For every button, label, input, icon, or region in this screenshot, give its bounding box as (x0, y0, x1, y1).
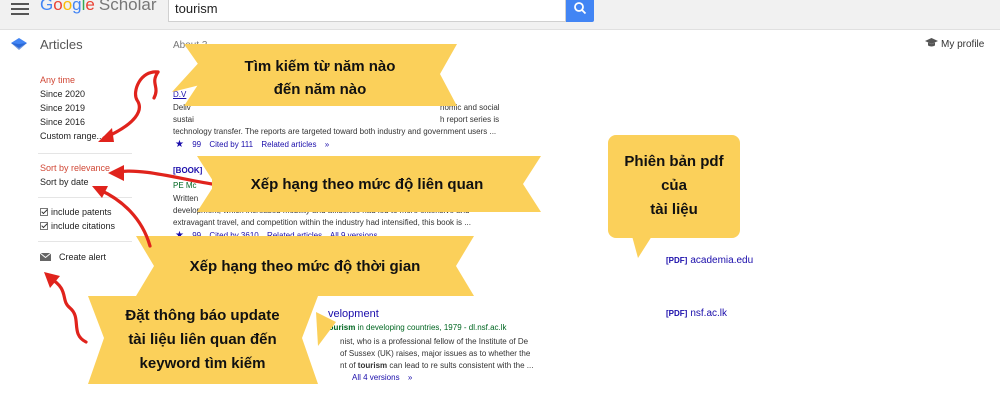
callout-time-range: Tìm kiếm từ năm nào đến năm nào (205, 52, 435, 104)
result-footer: Cited by 1247 Related articles All 7 ver… (215, 284, 389, 293)
result-source: PE Mc (173, 181, 197, 190)
filter-since-2019[interactable]: Since 2019 (40, 103, 85, 113)
arrow-date (98, 188, 152, 248)
include-patents-checkbox[interactable]: include patents (40, 207, 112, 217)
star-icon[interactable]: ★ (175, 230, 184, 241)
divider (38, 197, 132, 198)
create-alert-button[interactable]: Create alert (39, 252, 106, 262)
sort-by-date[interactable]: Sort by date (40, 177, 89, 187)
double-chevron-icon[interactable]: » (408, 373, 412, 382)
related-articles-link[interactable]: Related articles (267, 231, 322, 240)
arrow-time-loop (152, 70, 160, 100)
cited-by-link[interactable]: Cited by 1247 (215, 284, 264, 293)
arrowhead-relevance (108, 165, 124, 181)
graduation-cap-icon (925, 38, 938, 47)
arrow-time-range (102, 70, 160, 140)
filter-custom-range[interactable]: Custom range... (40, 131, 104, 141)
result-footer: ★ 99 Cited by 111 Related articles » (175, 139, 335, 150)
result-source: tourism in developing countries, 1979 - … (326, 323, 507, 332)
cited-by-link[interactable]: Cited by 3610 (209, 231, 258, 240)
result-type-tag: [BOOK] (173, 166, 203, 175)
filter-since-2020[interactable]: Since 2020 (40, 89, 85, 99)
search-icon (574, 2, 587, 15)
checkbox-icon (40, 208, 48, 216)
related-articles-link[interactable]: Related articles (273, 284, 328, 293)
result-snippet: technology transfer. The reports are tar… (173, 127, 497, 136)
result-snippet: development, which increased mobility an… (173, 206, 470, 215)
callout-pdf-version: Phiên bản pdf của tài liệu (624, 153, 724, 218)
quote-icon[interactable]: 99 (192, 231, 201, 240)
search-input[interactable]: tourism (168, 0, 566, 22)
filter-any-time[interactable]: Any time (40, 75, 75, 85)
result-snippet: sustai (173, 115, 194, 124)
pdf-link[interactable]: [PDF] academia.edu (666, 255, 753, 266)
result-snippet: extravagant travel, and competition with… (173, 218, 471, 227)
cited-by-link[interactable]: Cited by 111 (209, 140, 253, 149)
callout-alert: Đặt thông báo update tài liệu liên quan … (125, 307, 280, 372)
result-snippet: nt of tourism can lead to re sults consi… (340, 361, 534, 370)
star-icon[interactable]: ★ (175, 139, 184, 150)
result-footer: All 4 versions » (352, 373, 418, 382)
sort-by-relevance[interactable]: Sort by relevance (40, 163, 110, 173)
include-citations-checkbox[interactable]: include citations (40, 221, 115, 231)
search-button[interactable] (566, 0, 594, 22)
result-snippet: nist, who is a professional fellow of th… (340, 337, 529, 346)
filter-since-2016[interactable]: Since 2016 (40, 117, 85, 127)
results-count: About 3 (173, 40, 208, 51)
callout-pdf-tail (632, 236, 652, 258)
result-snippet: nomic and social (440, 103, 500, 112)
section-label: Articles (40, 37, 83, 52)
envelope-icon (39, 252, 52, 261)
result-snippet: Written (173, 194, 199, 203)
callout-relevance: Xếp hạng theo mức độ liên quan (212, 171, 522, 197)
double-chevron-icon[interactable]: » (325, 140, 329, 149)
menu-icon[interactable] (11, 0, 29, 15)
result-snippet: of Sussex (UK) raises, major issues as t… (340, 349, 531, 358)
arrowhead-alert (44, 272, 60, 288)
result-title[interactable]: velopment (328, 308, 379, 320)
checkbox-icon (40, 222, 48, 230)
result-author-link[interactable]: D.V (173, 90, 186, 99)
my-profile-link[interactable]: My profile (925, 38, 984, 50)
top-bar: Google Scholar tourism (0, 0, 1000, 30)
related-articles-link[interactable]: Related articles (261, 140, 316, 149)
result-snippet: h report series is (440, 115, 500, 124)
result-snippet: Deliv (173, 103, 191, 112)
articles-icon (11, 38, 27, 50)
callout-by-date: Xếp hạng theo mức độ thời gian (189, 257, 421, 275)
pdf-link[interactable]: [PDF] nsf.ac.lk (666, 308, 727, 319)
google-scholar-logo[interactable]: Google Scholar (40, 0, 157, 15)
divider (38, 241, 132, 242)
all-versions-link[interactable]: All 4 versions (352, 373, 400, 382)
arrow-alert (48, 276, 88, 344)
all-versions-link[interactable]: All 9 versions (330, 231, 378, 240)
result-footer: ★ 99 Cited by 3610 Related articles All … (175, 230, 383, 241)
all-versions-link[interactable]: All 7 versions (336, 284, 384, 293)
quote-icon[interactable]: 99 (192, 140, 201, 149)
divider (38, 153, 132, 154)
